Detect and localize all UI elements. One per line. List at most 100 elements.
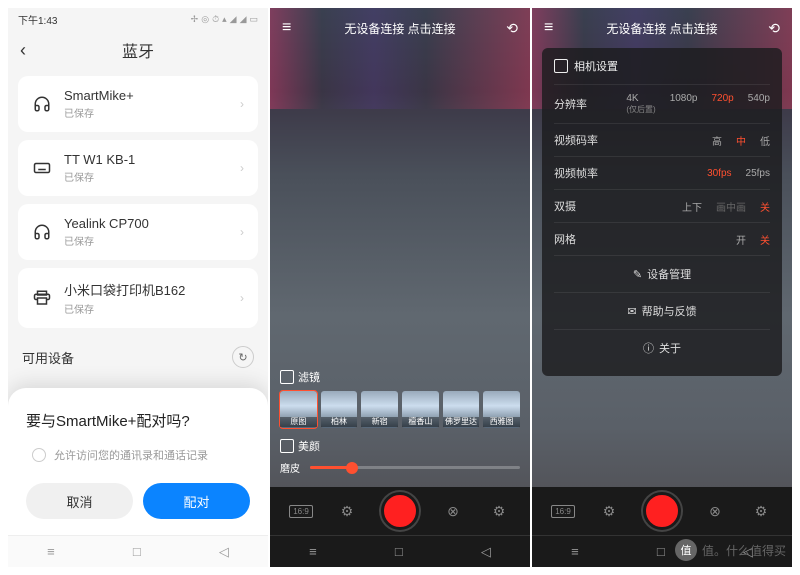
help-button[interactable]: ✉ 帮助与反馈 [554, 292, 770, 329]
camera-switch-icon[interactable]: ⟲ [768, 20, 780, 37]
nav-home-icon[interactable]: □ [395, 544, 403, 559]
dialog-option[interactable]: 允许访问您的通讯录和通话记录 [26, 447, 250, 463]
dialog-title: 要与SmartMike+配对吗? [26, 410, 250, 431]
grid-opt[interactable]: 关 [760, 232, 770, 247]
nav-home-icon[interactable]: □ [657, 544, 665, 559]
chevron-right-icon: › [240, 97, 244, 111]
filter-thumb[interactable]: 西雅图 [483, 391, 520, 428]
res-opt[interactable]: 4K(仅后置) [626, 93, 655, 115]
dualcam-opt[interactable]: 上下 [682, 199, 702, 214]
record-button[interactable] [381, 492, 419, 530]
aspect-button[interactable]: 16:9 [289, 505, 313, 518]
phone-bluetooth: 下午1:43 ✢◎⏱▴◢◢▭ ‹ 蓝牙 SmartMike+ 已保存 › TT W… [8, 8, 268, 567]
nav-menu-icon[interactable]: ≡ [309, 544, 317, 559]
filter-thumb[interactable]: 原图 [280, 391, 317, 428]
device-status: 已保存 [64, 233, 228, 248]
bitrate-opt[interactable]: 低 [760, 133, 770, 148]
device-status: 已保存 [64, 169, 228, 184]
setting-resolution: 分辨率 4K(仅后置) 1080p 720p 540p [554, 84, 770, 123]
res-opt[interactable]: 720p [712, 93, 734, 115]
bitrate-opt[interactable]: 高 [712, 133, 722, 148]
viewfinder[interactable]: 滤镜 原图 柏林 新宿 檀香山 佛罗里达 西雅图 美颜 磨皮 [270, 48, 530, 487]
beauty-slider[interactable] [310, 466, 520, 469]
nav-back-icon[interactable]: ◁ [481, 544, 491, 560]
device-name: Yealink CP700 [64, 216, 228, 231]
device-name: SmartMike+ [64, 88, 228, 103]
pair-button[interactable]: 配对 [143, 483, 250, 519]
status-icons: ✢◎⏱▴◢◢▭ [191, 14, 258, 25]
radio-icon[interactable] [32, 448, 46, 462]
page-title: 蓝牙 [8, 38, 268, 62]
available-title: 可用设备 [22, 348, 74, 367]
status-bar: 下午1:43 ✢◎⏱▴◢◢▭ [8, 8, 268, 30]
chevron-right-icon: › [240, 291, 244, 305]
settings-icon[interactable]: ⚙ [749, 503, 773, 520]
watermark-text: 值。什么值得买 [702, 542, 786, 559]
setting-bitrate: 视频码率 高 中 低 [554, 123, 770, 156]
connection-status[interactable]: 无设备连接 点击连接 [344, 20, 455, 37]
adjust-icon[interactable]: ⚙ [335, 503, 359, 520]
nav-menu-icon[interactable]: ≡ [571, 544, 579, 559]
beauty-slider-row: 磨皮 [280, 460, 520, 475]
settings-title: 相机设置 [554, 58, 770, 74]
device-name: TT W1 KB-1 [64, 152, 228, 167]
filter-thumb[interactable]: 檀香山 [402, 391, 439, 428]
adjust-icon[interactable]: ⚙ [597, 503, 621, 520]
slider-label: 磨皮 [280, 460, 300, 475]
camera-toolbar: 16:9 ⚙ ⊗ ⚙ [532, 487, 792, 535]
device-mgmt-button[interactable]: ✎ 设备管理 [554, 255, 770, 292]
setting-fps: 视频帧率 30fps 25fps [554, 156, 770, 189]
nav-home-icon[interactable]: □ [133, 544, 141, 559]
header: ‹ 蓝牙 [8, 30, 268, 70]
available-header: 可用设备 ↻ [8, 336, 268, 374]
filter-icon[interactable]: ⊗ [703, 503, 727, 520]
keyboard-icon [32, 158, 52, 178]
settings-icon[interactable]: ⚙ [487, 503, 511, 520]
option-label: 允许访问您的通讯录和通话记录 [54, 447, 208, 463]
device-item[interactable]: SmartMike+ 已保存 › [18, 76, 258, 132]
fps-opt[interactable]: 30fps [707, 168, 731, 179]
record-button[interactable] [643, 492, 681, 530]
about-button[interactable]: ⓘ 关于 [554, 329, 770, 366]
pair-dialog: 要与SmartMike+配对吗? 允许访问您的通讯录和通话记录 取消 配对 [8, 388, 268, 535]
setting-grid: 网格 开 关 [554, 222, 770, 255]
menu-icon[interactable]: ≡ [282, 19, 291, 37]
printer-icon [32, 288, 52, 308]
watermark-icon: 值 [675, 539, 697, 561]
refresh-icon[interactable]: ↻ [232, 346, 254, 368]
aspect-button[interactable]: 16:9 [551, 505, 575, 518]
camera-toolbar: 16:9 ⚙ ⊗ ⚙ [270, 487, 530, 535]
camera-switch-icon[interactable]: ⟲ [506, 20, 518, 37]
filter-thumb[interactable]: 新宿 [361, 391, 398, 428]
device-item[interactable]: 小米口袋打印机B162 已保存 › [18, 268, 258, 328]
saved-devices: SmartMike+ 已保存 › TT W1 KB-1 已保存 › Yealink … [8, 76, 268, 328]
device-status: 已保存 [64, 301, 228, 316]
res-opt[interactable]: 540p [748, 93, 770, 115]
nav-menu-icon[interactable]: ≡ [47, 544, 55, 559]
beauty-label: 美颜 [280, 438, 520, 454]
camera-header: ≡ 无设备连接 点击连接 ⟲ [270, 8, 530, 48]
connection-status[interactable]: 无设备连接 点击连接 [606, 20, 717, 37]
filter-thumb[interactable]: 柏林 [321, 391, 358, 428]
headphones-icon [32, 222, 52, 242]
device-item[interactable]: TT W1 KB-1已保存 › [18, 140, 258, 196]
chevron-right-icon: › [240, 225, 244, 239]
filter-thumb[interactable]: 佛罗里达 [443, 391, 480, 428]
device-item[interactable]: Yealink CP700 已保存 › [18, 204, 258, 260]
bitrate-opt[interactable]: 中 [736, 133, 746, 148]
viewfinder[interactable]: 相机设置 分辨率 4K(仅后置) 1080p 720p 540p 视频码率 高 … [532, 48, 792, 487]
device-name: 小米口袋打印机B162 [64, 280, 228, 299]
status-time: 下午1:43 [18, 12, 191, 27]
back-icon[interactable]: ‹ [20, 40, 26, 61]
res-opt[interactable]: 1080p [670, 93, 698, 115]
nav-back-icon[interactable]: ◁ [219, 544, 229, 560]
filter-icon[interactable]: ⊗ [441, 503, 465, 520]
cancel-button[interactable]: 取消 [26, 483, 133, 519]
fps-opt[interactable]: 25fps [746, 168, 770, 179]
camera-settings-panel: 相机设置 分辨率 4K(仅后置) 1080p 720p 540p 视频码率 高 … [542, 48, 782, 376]
grid-opt[interactable]: 开 [736, 232, 746, 247]
dualcam-opt[interactable]: 画中画 [716, 199, 746, 214]
device-status: 已保存 [64, 105, 228, 120]
menu-icon[interactable]: ≡ [544, 19, 553, 37]
dualcam-opt[interactable]: 关 [760, 199, 770, 214]
